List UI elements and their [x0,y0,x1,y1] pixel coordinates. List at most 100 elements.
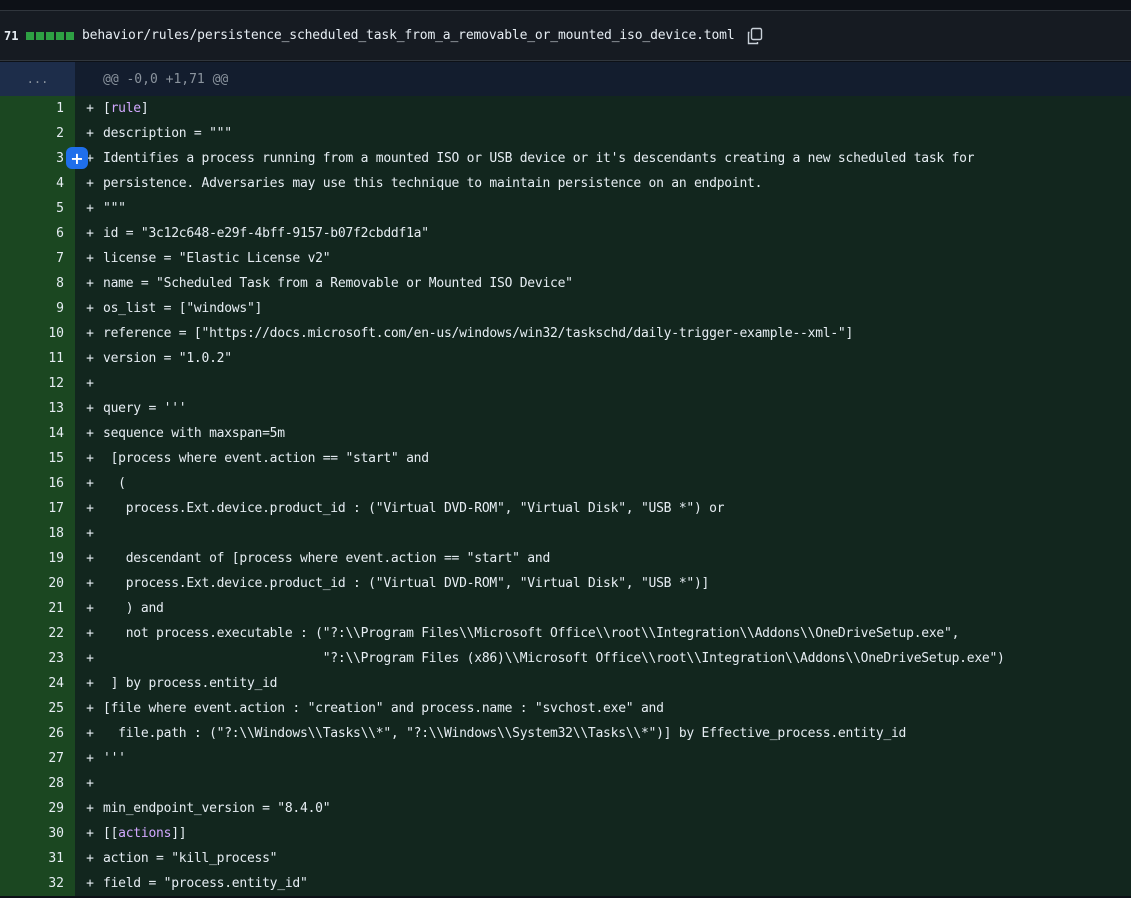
diff-line: 24 + ] by process.entity_id [0,671,1131,696]
diff-line: 11 + version = "1.0.2" [0,346,1131,371]
line-number[interactable]: 21 [0,596,75,621]
addition-marker: + [86,551,94,566]
line-number[interactable]: 23 [0,646,75,671]
file-header: 71 behavior/rules/persistence_scheduled_… [0,10,1131,61]
addition-marker: + [86,176,94,191]
addition-marker: + [86,201,94,216]
file-path-link[interactable]: behavior/rules/persistence_scheduled_tas… [82,28,735,43]
addition-marker: + [86,351,94,366]
line-number[interactable]: 15 [0,446,75,471]
line-number[interactable]: 14 [0,421,75,446]
diff-code-block: + 1 + [rule] 2 + description = """ 3 + Identifie… [0,96,1131,896]
addition-marker: + [86,651,94,666]
toml-table-name: rule [110,101,142,116]
code-text: query = ''' [103,401,187,416]
copy-icon[interactable] [745,26,765,46]
line-number[interactable]: 19 [0,546,75,571]
code-punctuation: [ [103,101,111,116]
diff-line: 3 + Identifies a process running from a mo… [0,146,1131,171]
line-number[interactable]: 17 [0,496,75,521]
diff-line: 6 + id = "3c12c648-e29f-4bff-9157-b07f2cbd… [0,221,1131,246]
line-number[interactable]: 29 [0,796,75,821]
diff-line: 32 + field = "process.entity_id" [0,871,1131,896]
code-text: ''' [103,751,126,766]
diff-line: 28 + [0,771,1131,796]
code-text: process.Ext.device.product_id : ("Virtua… [103,576,710,591]
diff-line: 29 + min_endpoint_version = "8.4.0" [0,796,1131,821]
code-text: ) and [103,601,164,616]
code-text: descendant of [process where event.actio… [103,551,551,566]
addition-marker: + [86,251,94,266]
diff-line: 31 + action = "kill_process" [0,846,1131,871]
diff-line: 16 + ( [0,471,1131,496]
diff-line: 13 + query = ''' [0,396,1131,421]
line-number[interactable]: 28 [0,771,75,796]
line-number[interactable]: 3 [0,146,75,171]
diff-line: 30 + [[actions]] [0,821,1131,846]
code-text: [process where event.action == "start" a… [103,451,429,466]
code-text: ( [103,476,126,491]
toml-table-name: actions [118,826,172,841]
code-text: persistence. Adversaries may use this te… [103,176,763,191]
line-number[interactable]: 13 [0,396,75,421]
code-text: [[actions]] [103,826,186,841]
addition-marker: + [86,501,94,516]
code-text: license = "Elastic License v2" [103,251,331,266]
diff-line: 4 + persistence. Adversaries may use this … [0,171,1131,196]
addition-marker: + [86,276,94,291]
diff-line: 1 + [rule] [0,96,1131,121]
line-number[interactable]: 1 [0,96,75,121]
diff-line: 26 + file.path : ("?:\\Windows\\Tasks\\*"… [0,721,1131,746]
line-number[interactable]: 2 [0,121,75,146]
line-number[interactable]: 30 [0,821,75,846]
add-comment-button[interactable]: + [66,147,88,169]
line-number[interactable]: 18 [0,521,75,546]
additions-count: 71 [4,28,19,43]
addition-marker: + [86,226,94,241]
code-text: """ [103,201,126,216]
line-number[interactable]: 10 [0,321,75,346]
line-number[interactable]: 32 [0,871,75,896]
code-text: [file where event.action : "creation" an… [103,701,664,716]
line-number[interactable]: 31 [0,846,75,871]
code-text: reference = ["https://docs.microsoft.com… [103,326,854,341]
code-text: [rule] [103,101,148,116]
diffstat-block [66,31,74,40]
hunk-header: @@ -0,0 +1,71 @@ [103,71,229,87]
code-text: min_endpoint_version = "8.4.0" [103,801,331,816]
code-text: process.Ext.device.product_id : ("Virtua… [103,501,725,516]
line-number[interactable]: 12 [0,371,75,396]
expand-hunk-button[interactable]: ... [0,62,75,96]
line-number[interactable]: 5 [0,196,75,221]
code-text: sequence with maxspan=5m [103,426,285,441]
addition-marker: + [86,101,94,116]
diff-line: 15 + [process where event.action == "star… [0,446,1131,471]
diff-line: 25 + [file where event.action : "creation"… [0,696,1131,721]
addition-marker: + [86,826,94,841]
diff-line: 2 + description = """ [0,121,1131,146]
code-text: os_list = ["windows"] [103,301,263,316]
line-number[interactable]: 6 [0,221,75,246]
diff-line: 17 + process.Ext.device.product_id : ("Vi… [0,496,1131,521]
line-number[interactable]: 22 [0,621,75,646]
line-number[interactable]: 24 [0,671,75,696]
diff-line: 5 + """ [0,196,1131,221]
line-number[interactable]: 20 [0,571,75,596]
line-number[interactable]: 11 [0,346,75,371]
line-number[interactable]: 26 [0,721,75,746]
addition-marker: + [86,851,94,866]
diff-line: 7 + license = "Elastic License v2" [0,246,1131,271]
line-number[interactable]: 9 [0,296,75,321]
diff-line: 18 + [0,521,1131,546]
line-number[interactable]: 4 [0,171,75,196]
addition-marker: + [86,801,94,816]
line-number[interactable]: 7 [0,246,75,271]
diff-line: 14 + sequence with maxspan=5m [0,421,1131,446]
code-text: name = "Scheduled Task from a Removable … [103,276,573,291]
diffstat-block [56,31,64,40]
line-number[interactable]: 27 [0,746,75,771]
line-number[interactable]: 16 [0,471,75,496]
line-number[interactable]: 25 [0,696,75,721]
addition-marker: + [86,476,94,491]
line-number[interactable]: 8 [0,271,75,296]
